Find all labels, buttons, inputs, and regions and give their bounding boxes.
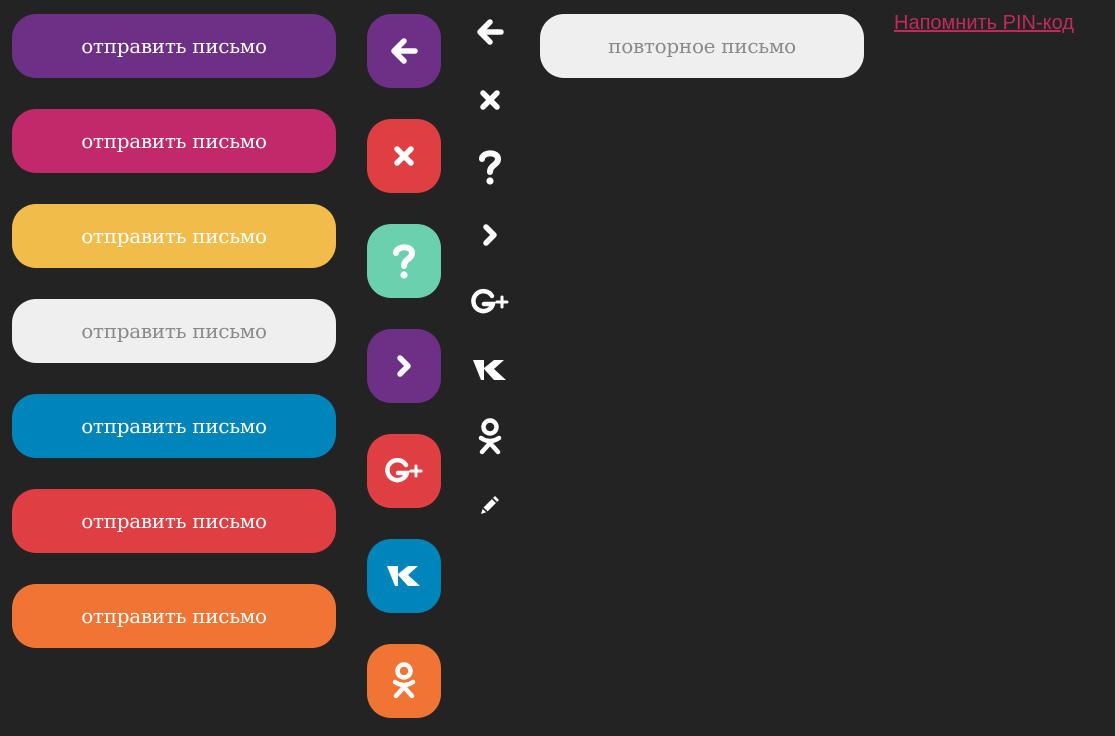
question-icon [475,147,505,187]
google-plus-icon [470,288,510,316]
next-button[interactable] [367,329,441,403]
send-letter-button-light[interactable]: отправить письмо [12,299,336,363]
bare-google-plus-button[interactable] [466,278,514,326]
bare-back-button[interactable] [466,8,514,56]
help-button[interactable] [367,224,441,298]
send-letter-button-pink[interactable]: отправить письмо [12,109,336,173]
send-letter-button-blue[interactable]: отправить письмо [12,394,336,458]
question-icon [389,241,419,281]
send-letter-button-red[interactable]: отправить письмо [12,489,336,553]
close-icon [391,143,417,169]
arrow-left-icon [389,36,419,66]
send-letter-button-yellow[interactable]: отправить письмо [12,204,336,268]
vk-icon [384,563,424,589]
google-plus-icon [384,457,424,485]
pencil-icon [477,492,503,518]
odnoklassniki-icon [389,661,419,701]
bare-next-button[interactable] [466,211,514,259]
back-button[interactable] [367,14,441,88]
arrow-left-icon [475,17,505,47]
vk-button[interactable] [367,539,441,613]
google-plus-button[interactable] [367,434,441,508]
close-button[interactable] [367,119,441,193]
send-letter-button-orange[interactable]: отправить письмо [12,584,336,648]
bare-close-button[interactable] [466,76,514,124]
odnoklassniki-button[interactable] [367,644,441,718]
bare-vk-button[interactable] [466,346,514,394]
resend-letter-button[interactable]: повторное письмо [540,14,864,78]
chevron-right-icon [478,222,502,248]
odnoklassniki-icon [475,417,505,457]
vk-icon [470,357,510,383]
page: отправить письмо отправить письмо отправ… [0,0,1115,736]
bare-odnoklassniki-button[interactable] [466,413,514,461]
remind-pin-link[interactable]: Напомнить PIN-код [894,12,1074,35]
bare-edit-button[interactable] [466,481,514,529]
chevron-right-icon [392,353,416,379]
send-letter-button-purple[interactable]: отправить письмо [12,14,336,78]
close-icon [477,87,503,113]
bare-help-button[interactable] [466,143,514,191]
